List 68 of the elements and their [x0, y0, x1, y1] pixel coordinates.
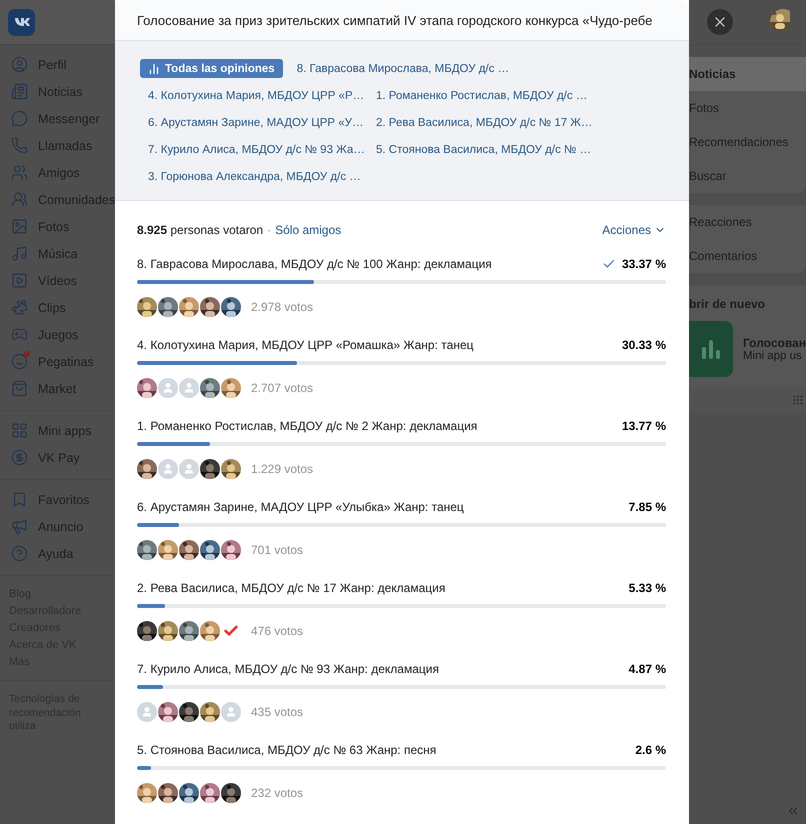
- votes-count[interactable]: 2.978 votos: [251, 300, 314, 314]
- bar-chart-icon: [148, 62, 160, 74]
- menu-item[interactable]: Comentarios: [689, 239, 806, 273]
- music-icon: [11, 245, 28, 262]
- dialog-title: Голосование за приз зрительских симпатий IV этапа городского конкурса «Чудо-ребе: [137, 12, 652, 28]
- phone-icon: [11, 137, 28, 154]
- user-icon: [11, 56, 28, 73]
- option-percent: 30.33 %: [622, 338, 666, 352]
- votes-count[interactable]: 476 votos: [251, 624, 304, 638]
- separator: ·: [267, 223, 272, 237]
- menu-item[interactable]: Reacciones: [689, 205, 806, 239]
- chart-icon[interactable]: [689, 321, 733, 377]
- option-text: 6. Арустамян Зарине, МАДОУ ЦРР «Улыбка» Жанр: танец: [137, 500, 464, 514]
- filter-tab[interactable]: 4. Колотухина Мария, МБДОУ ЦРР «Р…: [140, 86, 368, 105]
- groups-icon: [11, 191, 28, 208]
- video-icon: [11, 272, 28, 289]
- option-text: 2. Рева Василиса, МБДОУ д/с № 17 Жанр: декламация: [137, 581, 446, 595]
- option-percent: 2.6 %: [635, 743, 666, 757]
- filter-tab[interactable]: 3. Горюнова Александра, МБДОУ д/с …: [140, 167, 368, 186]
- grid-icon: [11, 422, 28, 439]
- option-text: 5. Стоянова Василиса, МБДОУ д/с № 63 Жанр: песня: [137, 743, 436, 757]
- option-text: 1. Романенко Ростислав, МБДОУ д/с № 2 Жанр: декламация: [137, 419, 478, 433]
- friends-icon: [11, 164, 28, 181]
- option-text: 4. Колотухина Мария, МБДОУ ЦРР «Ромашка» Жанр: танец: [137, 338, 474, 352]
- votes-count[interactable]: 1.229 votos: [251, 462, 314, 476]
- news-icon: [11, 83, 28, 100]
- option-percent: 7.85 %: [628, 500, 666, 514]
- filter-tab[interactable]: 8. Гаврасова Мирослава, МБДОУ д/с …: [288, 59, 517, 78]
- votes-count[interactable]: 232 votos: [251, 786, 304, 800]
- megaphone-icon: [11, 518, 28, 535]
- chat-icon: [11, 110, 28, 127]
- votes-count[interactable]: 701 votos: [251, 543, 304, 557]
- filter-tab[interactable]: 6. Арустамян Зарине, МАДОУ ЦРР «У…: [140, 113, 368, 132]
- votes-count[interactable]: 435 votos: [251, 705, 304, 719]
- gamepad-icon: [11, 326, 28, 343]
- option-text: 8. Гаврасова Мирослава, МБДОУ д/с № 100 Жанр: декламация: [137, 257, 492, 271]
- smile-icon: [11, 353, 28, 370]
- grid-icon: [792, 394, 804, 406]
- coin-icon: [11, 449, 28, 466]
- option-percent: 33.37 %: [622, 257, 666, 271]
- option-percent: 5.33 %: [628, 581, 666, 595]
- option-percent: 13.77 %: [622, 419, 666, 433]
- friends-link[interactable]: Sólo amigos: [275, 223, 342, 237]
- votes-summary: 8.925 personas votaron: [137, 223, 264, 237]
- close-button[interactable]: [707, 9, 733, 35]
- app-subtitle: Mini app us: [742, 350, 803, 362]
- bag-icon: [11, 380, 28, 397]
- filter-tab[interactable]: 7. Курило Алиса, МБДОУ д/с № 93 Жа…: [140, 140, 368, 159]
- menu-item[interactable]: Noticias: [689, 57, 806, 91]
- option-percent: 4.87 %: [628, 662, 666, 676]
- logo-icon: [14, 17, 30, 27]
- option-text: 7. Курило Алиса, МБДОУ д/с № 93 Жанр: декламация: [137, 662, 439, 676]
- section-title: brir de nuevo: [689, 296, 766, 313]
- filter-tab[interactable]: 5. Стоянова Василиса, МБДОУ д/с № …: [368, 140, 596, 159]
- menu-item[interactable]: Buscar: [689, 159, 806, 193]
- filter-tab[interactable]: 2. Рева Василиса, МБДОУ д/с № 17 Ж…: [368, 113, 596, 132]
- rabbit-icon: [11, 299, 28, 316]
- filter-tab[interactable]: Todas las opiniones: [140, 59, 283, 78]
- app-name: Голосован: [742, 336, 806, 350]
- bookmark-icon: [11, 491, 28, 508]
- logo[interactable]: [8, 8, 35, 36]
- filter-tab[interactable]: 1. Романенко Ростислав, МБДОУ д/с …: [368, 86, 596, 105]
- image-icon: [11, 218, 28, 235]
- menu-item[interactable]: Fotos: [689, 91, 806, 125]
- actions-button[interactable]: Acciones: [602, 223, 666, 237]
- menu-item[interactable]: Recomendaciones: [689, 125, 806, 159]
- help-icon: [11, 545, 28, 562]
- votes-count[interactable]: 2.707 votos: [251, 381, 314, 395]
